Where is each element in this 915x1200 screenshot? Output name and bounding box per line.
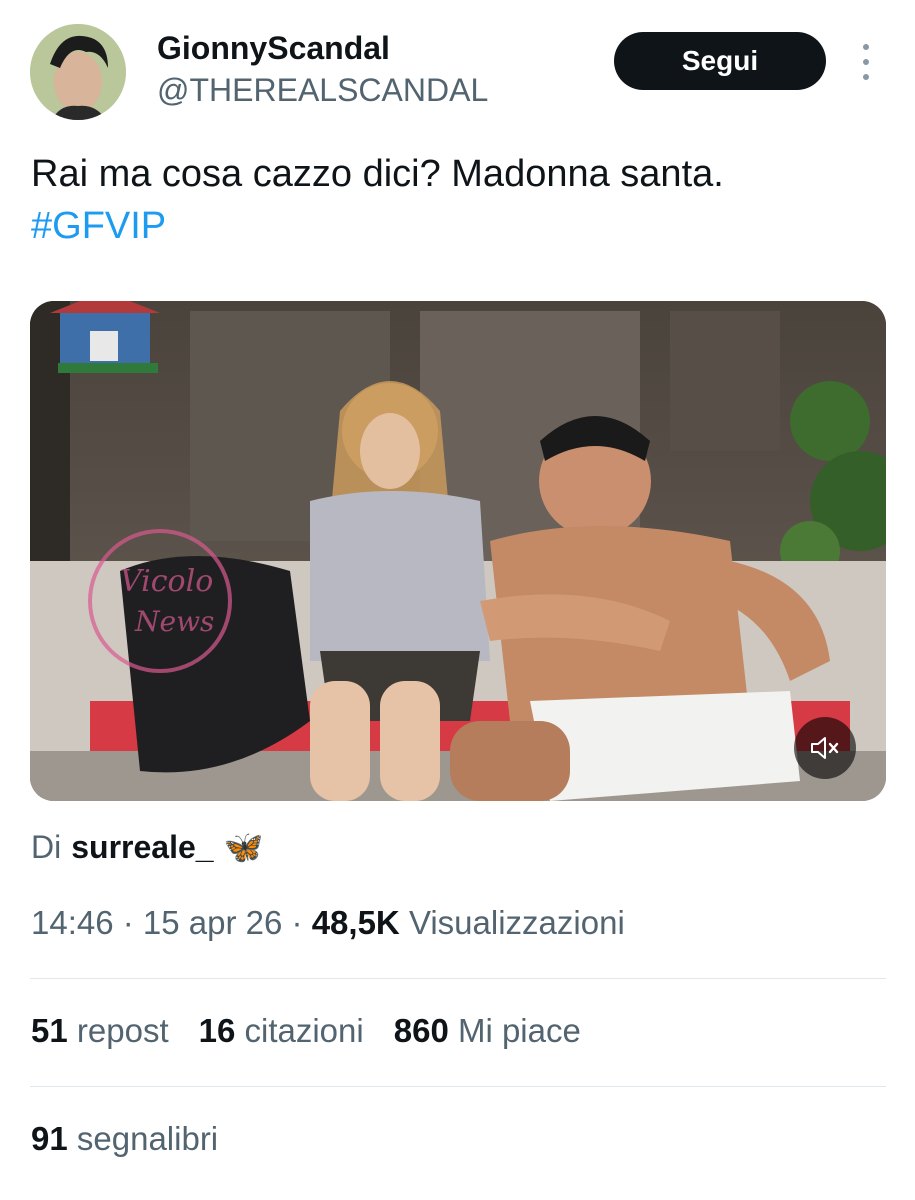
divider <box>30 978 886 979</box>
quotes-count: 16 <box>198 1012 236 1049</box>
author-handle[interactable]: @THEREALSCANDAL <box>157 72 488 109</box>
tweet-time[interactable]: 14:46 <box>31 904 114 941</box>
media-credit: Di surreale_ 🦋 <box>31 828 263 866</box>
butterfly-emoji: 🦋 <box>223 829 264 865</box>
mute-toggle-button[interactable] <box>794 717 856 779</box>
speaker-muted-icon <box>811 737 839 759</box>
reposts-label: repost <box>76 1012 169 1049</box>
tweet-meta: 14:46 · 15 apr 26 · 48,5K Visualizzazion… <box>31 904 625 941</box>
reposts-stat[interactable]: 51 repost <box>31 1012 169 1050</box>
author-avatar[interactable] <box>30 24 126 120</box>
views-count: 48,5K <box>311 904 400 941</box>
views-label: Visualizzazioni <box>408 904 625 941</box>
credit-prefix: Di <box>31 828 62 865</box>
tweet-body: Rai ma cosa cazzo dici? Madonna santa. <box>31 153 724 195</box>
tweet-text: Rai ma cosa cazzo dici? Madonna santa. #… <box>31 148 891 252</box>
divider <box>30 1086 886 1087</box>
likes-stat[interactable]: 860 Mi piace <box>394 1012 581 1050</box>
bookmarks-stat[interactable]: 91 segnalibri <box>31 1120 218 1158</box>
video-frame: Vicolo News <box>30 301 886 801</box>
engagement-stats: 51 repost 16 citazioni 860 Mi piace <box>31 1012 581 1050</box>
likes-count: 860 <box>393 1012 449 1049</box>
video-player[interactable]: Vicolo News <box>30 301 886 801</box>
avatar-image <box>30 24 126 120</box>
quotes-stat[interactable]: 16 citazioni <box>199 1012 364 1050</box>
reposts-count: 51 <box>31 1012 68 1049</box>
hashtag-link[interactable]: #GFVIP <box>31 200 891 252</box>
likes-label: Mi piace <box>457 1012 581 1049</box>
author-name[interactable]: GionnyScandal <box>157 30 390 67</box>
svg-text:News: News <box>134 605 214 638</box>
bookmarks-count: 91 <box>31 1120 68 1157</box>
credit-user-link[interactable]: surreale_ <box>71 829 213 866</box>
quotes-label: citazioni <box>244 1012 364 1049</box>
bookmarks-label: segnalibri <box>76 1120 219 1157</box>
svg-text:Vicolo: Vicolo <box>120 564 213 599</box>
follow-button[interactable]: Segui <box>614 32 826 90</box>
tweet-date[interactable]: 15 apr 26 <box>143 904 282 941</box>
more-options-icon[interactable] <box>856 44 876 80</box>
